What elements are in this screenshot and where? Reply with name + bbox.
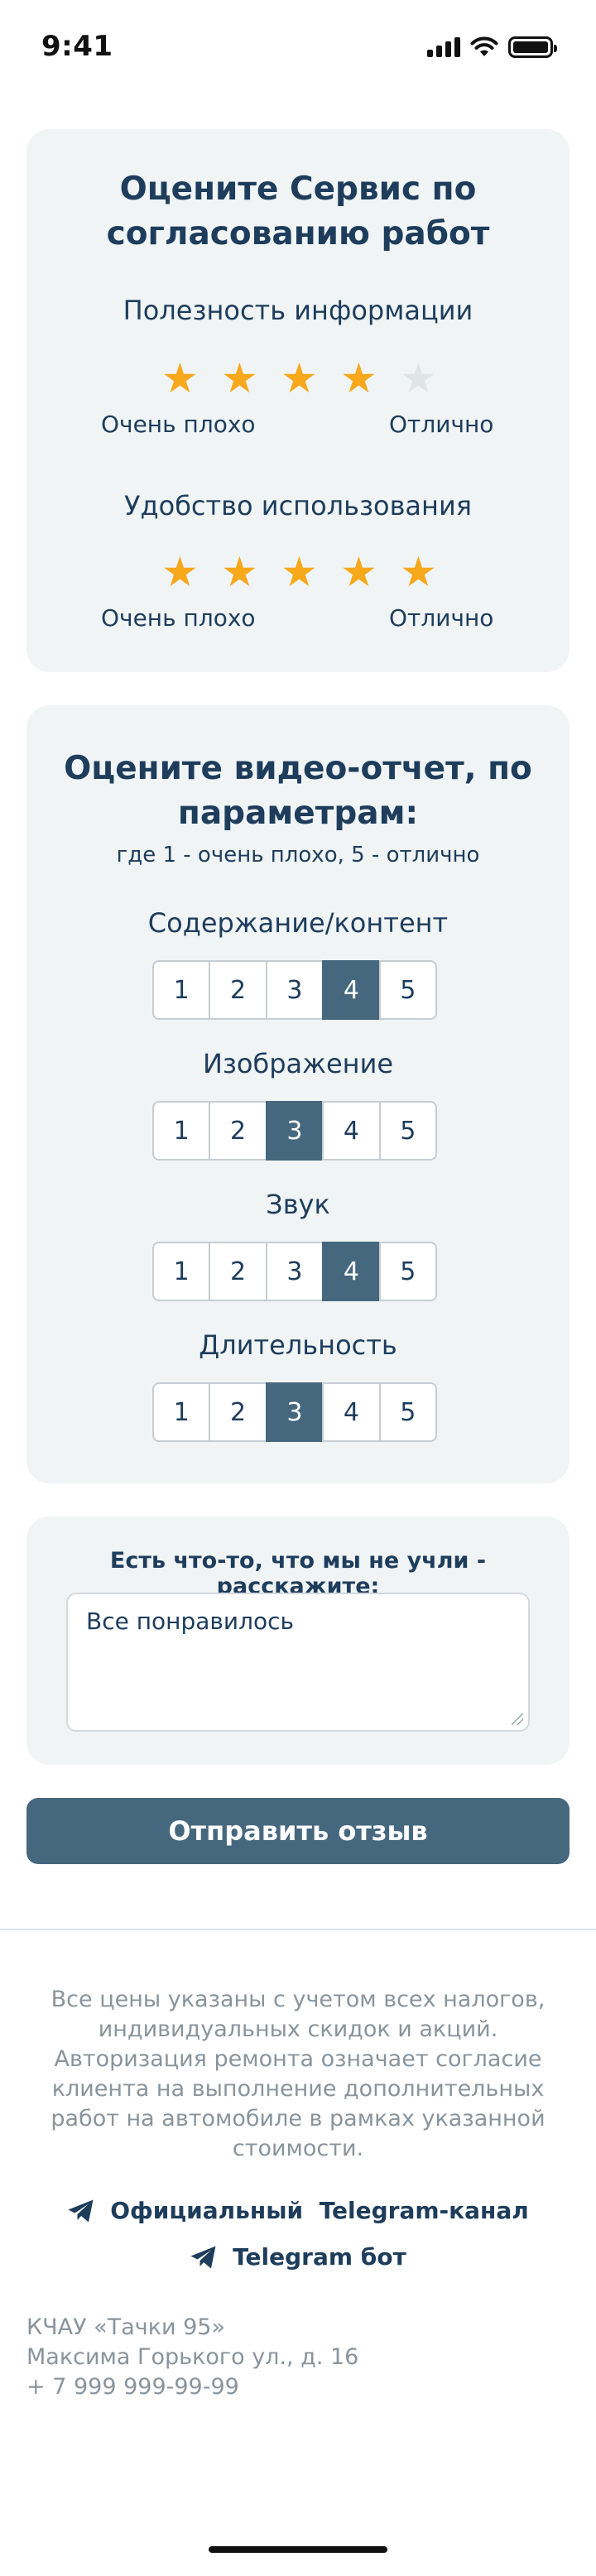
battery-icon bbox=[508, 36, 557, 58]
rating-option[interactable]: 4 bbox=[322, 1101, 381, 1161]
rating-option[interactable]: 3 bbox=[265, 960, 324, 1020]
rating-row-image: 1 2 3 4 5 bbox=[152, 1101, 444, 1161]
cellular-signal-icon bbox=[427, 37, 460, 57]
rating-option[interactable]: 3 bbox=[265, 1242, 324, 1301]
rating-row-duration: 1 2 3 4 5 bbox=[152, 1382, 444, 1442]
feedback-textarea[interactable]: Все понравилось bbox=[66, 1593, 530, 1732]
company-name: КЧАУ «Тачки 95» bbox=[26, 2314, 226, 2340]
star-icon[interactable]: ★ bbox=[221, 358, 258, 399]
rating-option[interactable]: 3 bbox=[265, 1101, 324, 1161]
star-icon[interactable]: ★ bbox=[400, 358, 437, 399]
rating-option[interactable]: 4 bbox=[322, 1242, 381, 1301]
rating-option[interactable]: 4 bbox=[322, 1382, 381, 1442]
usefulness-low-label: Очень плохо bbox=[101, 411, 256, 438]
star-icon[interactable]: ★ bbox=[340, 551, 377, 593]
video-rating-card: Оцените видео-отчет, по параметрам: где … bbox=[26, 705, 570, 1483]
telegram-bot-link[interactable]: Telegram бот bbox=[0, 2243, 596, 2271]
star-icon[interactable]: ★ bbox=[400, 551, 437, 593]
param-label-image: Изображение bbox=[202, 1048, 394, 1079]
company-phone[interactable]: + 7 999 999-99-99 bbox=[26, 2374, 239, 2400]
status-icons bbox=[427, 36, 557, 58]
company-address: Максима Горького ул., д. 16 bbox=[26, 2344, 359, 2370]
rating-option[interactable]: 1 bbox=[152, 1242, 211, 1301]
rating-option[interactable]: 3 bbox=[265, 1382, 324, 1442]
usability-stars[interactable]: ★ ★ ★ ★ ★ bbox=[26, 551, 570, 593]
rating-option[interactable]: 4 bbox=[322, 960, 381, 1020]
telegram-icon bbox=[190, 2246, 216, 2268]
rating-option[interactable]: 2 bbox=[209, 960, 267, 1020]
rating-option[interactable]: 5 bbox=[378, 1382, 437, 1442]
usefulness-stars[interactable]: ★ ★ ★ ★ ★ bbox=[26, 358, 570, 399]
price-disclaimer: Все цены указаны с учетом всех налогов, … bbox=[50, 1987, 546, 2161]
video-rating-title: Оцените видео-отчет, по bbox=[64, 750, 532, 787]
rating-row-sound: 1 2 3 4 5 bbox=[152, 1242, 444, 1301]
star-icon[interactable]: ★ bbox=[161, 358, 199, 399]
rating-option[interactable]: 2 bbox=[209, 1242, 267, 1301]
rating-row-content: 1 2 3 4 5 bbox=[152, 960, 444, 1020]
video-rating-subtitle: где 1 - очень плохо, 5 - отлично bbox=[116, 843, 480, 867]
star-icon[interactable]: ★ bbox=[161, 551, 199, 593]
usefulness-high-label: Отлично bbox=[389, 411, 494, 438]
status-bar: 9:41 bbox=[0, 0, 596, 96]
telegram-icon bbox=[68, 2199, 94, 2222]
star-icon[interactable]: ★ bbox=[281, 551, 318, 593]
star-icon[interactable]: ★ bbox=[221, 551, 258, 593]
rating-option[interactable]: 5 bbox=[378, 1101, 437, 1161]
resize-handle-icon[interactable] bbox=[512, 1713, 523, 1725]
rating-option[interactable]: 1 bbox=[152, 1382, 211, 1442]
rating-option[interactable]: 5 bbox=[378, 960, 437, 1020]
rating-option[interactable]: 2 bbox=[209, 1382, 267, 1442]
rating-option[interactable]: 2 bbox=[209, 1101, 267, 1161]
wifi-icon bbox=[470, 36, 498, 56]
submit-feedback-button[interactable]: Отправить отзыв bbox=[26, 1798, 570, 1864]
feedback-card: Есть что-то, что мы не учли - расскажите… bbox=[26, 1516, 570, 1765]
video-rating-title-line2: параметрам: bbox=[177, 795, 419, 832]
param-label-duration: Длительность bbox=[199, 1329, 397, 1361]
feedback-text: Все понравилось bbox=[86, 1608, 295, 1635]
param-label-sound: Звук bbox=[266, 1189, 330, 1220]
usability-label: Удобство использования bbox=[123, 490, 472, 521]
usefulness-label: Полезность информации bbox=[123, 295, 473, 326]
feedback-label: Есть что-то, что мы не учли - расскажите… bbox=[109, 1548, 487, 1599]
telegram-bot-label: Telegram бот bbox=[233, 2243, 406, 2271]
usability-low-label: Очень плохо bbox=[101, 604, 256, 632]
status-time: 9:41 bbox=[41, 30, 113, 63]
rating-option[interactable]: 1 bbox=[152, 1101, 211, 1161]
usability-high-label: Отлично bbox=[389, 604, 494, 632]
telegram-channel-link[interactable]: Официальный Telegram-канал bbox=[0, 2197, 596, 2224]
telegram-channel-label: Официальный Telegram-канал bbox=[110, 2197, 529, 2224]
rating-option[interactable]: 5 bbox=[378, 1242, 437, 1301]
service-rating-title: Оцените Сервис по bbox=[119, 171, 477, 208]
star-icon[interactable]: ★ bbox=[281, 358, 318, 399]
rating-option[interactable]: 1 bbox=[152, 960, 211, 1020]
footer-divider bbox=[0, 1929, 596, 1930]
service-rating-card: Оцените Сервис по согласованию работ Пол… bbox=[26, 129, 570, 672]
param-label-content: Содержание/контент bbox=[147, 907, 449, 939]
star-icon[interactable]: ★ bbox=[340, 358, 377, 399]
service-rating-title-line2: согласованию работ bbox=[106, 215, 490, 252]
home-indicator bbox=[209, 2546, 387, 2553]
